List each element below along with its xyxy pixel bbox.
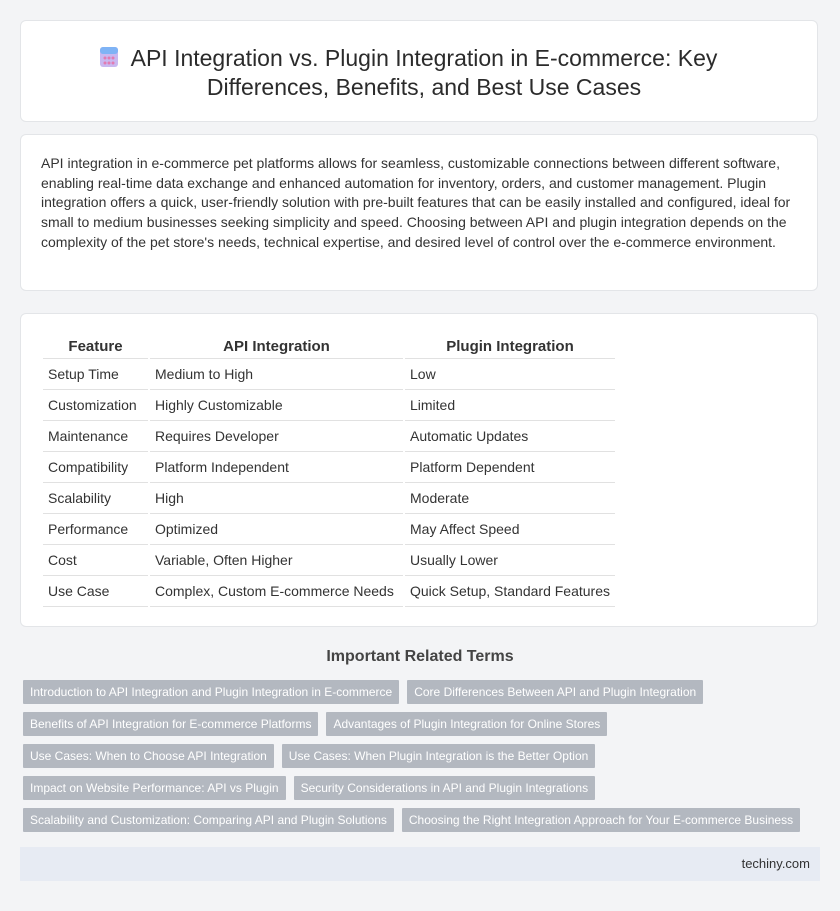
table-cell: Complex, Custom E-commerce Needs: [150, 576, 403, 607]
related-terms-row: Use Cases: When to Choose API Integratio…: [23, 744, 813, 768]
header-card: API Integration vs. Plugin Integration i…: [20, 20, 818, 122]
table-cell: Limited: [405, 390, 615, 421]
table-cell: Scalability: [43, 483, 148, 514]
table-header-row: Feature API Integration Plugin Integrati…: [43, 334, 615, 359]
related-term-tag[interactable]: Introduction to API Integration and Plug…: [23, 680, 400, 704]
table-cell: Medium to High: [150, 359, 403, 390]
table-cell: Highly Customizable: [150, 390, 403, 421]
table-cell: Quick Setup, Standard Features: [405, 576, 615, 607]
table-cell: Use Case: [43, 576, 148, 607]
table-cell: Requires Developer: [150, 421, 403, 452]
table-row: Compatibility Platform Independent Platfor…: [43, 452, 615, 483]
table-cell: Platform Dependent: [405, 452, 615, 483]
table-cell: High: [150, 483, 403, 514]
related-term-tag[interactable]: Advantages of Plugin Integration for Onl…: [326, 712, 608, 736]
related-term-tag[interactable]: Scalability and Customization: Comparing…: [23, 808, 394, 832]
table-cell: Moderate: [405, 483, 615, 514]
table-cell: May Affect Speed: [405, 514, 615, 545]
intro-card: API integration in e-commerce pet platfo…: [20, 134, 818, 291]
table-cell: Usually Lower: [405, 545, 615, 576]
table-cell: Platform Independent: [150, 452, 403, 483]
column-header: Feature: [43, 334, 148, 359]
page-title: API Integration vs. Plugin Integration i…: [130, 45, 718, 100]
table-cell: Optimized: [150, 514, 403, 545]
table-row: Use Case Complex, Custom E-commerce Needs…: [43, 576, 615, 607]
table-cell: Compatibility: [43, 452, 148, 483]
related-terms-title: Important Related Terms: [326, 648, 514, 665]
related-terms-row: Scalability and Customization: Comparing…: [23, 808, 813, 832]
related-term-tag[interactable]: Core Differences Between API and Plugin …: [407, 680, 704, 704]
table-cell: Automatic Updates: [405, 421, 615, 452]
table-cell: Customization: [43, 390, 148, 421]
related-term-tag[interactable]: Security Considerations in API and Plugi…: [293, 776, 596, 800]
footer-brand: techiny.com: [741, 856, 810, 871]
table-cell: Performance: [43, 514, 148, 545]
table-row: Customization Highly Customizable Limited: [43, 390, 615, 421]
column-header: API Integration: [150, 334, 403, 359]
related-term-tag[interactable]: Use Cases: When Plugin Integration is th…: [281, 744, 596, 768]
table-cell: Variable, Often Higher: [150, 545, 403, 576]
table-row: Setup Time Medium to High Low: [43, 359, 615, 390]
intro-paragraph: API integration in e-commerce pet platfo…: [41, 155, 791, 250]
table-cell: Maintenance: [43, 421, 148, 452]
table-row: Maintenance Requires Developer Automatic U…: [43, 421, 615, 452]
comparison-table: Feature API Integration Plugin Integrati…: [41, 334, 617, 607]
related-terms-row: Impact on Website Performance: API vs Pl…: [23, 776, 813, 800]
comparison-card: Feature API Integration Plugin Integrati…: [20, 313, 818, 627]
related-term-tag[interactable]: Benefits of API Integration for E-commer…: [23, 712, 319, 736]
related-term-tag[interactable]: Use Cases: When to Choose API Integratio…: [23, 744, 274, 768]
related-term-tag[interactable]: Impact on Website Performance: API vs Pl…: [23, 776, 286, 800]
related-terms-row: Benefits of API Integration for E-commer…: [23, 712, 813, 736]
table-row: Scalability High Moderate: [43, 483, 615, 514]
related-terms-list: Introduction to API Integration and Plug…: [23, 680, 813, 840]
table-cell: Cost: [43, 545, 148, 576]
related-terms-row: Introduction to API Integration and Plug…: [23, 680, 813, 704]
footer: techiny.com: [20, 847, 820, 881]
table-cell: Setup Time: [43, 359, 148, 390]
column-header: Plugin Integration: [405, 334, 615, 359]
related-term-tag[interactable]: Choosing the Right Integration Approach …: [401, 808, 801, 832]
table-row: Performance Optimized May Affect Speed: [43, 514, 615, 545]
table-cell: Low: [405, 359, 615, 390]
table-row: Cost Variable, Often Higher Usually Lower: [43, 545, 615, 576]
